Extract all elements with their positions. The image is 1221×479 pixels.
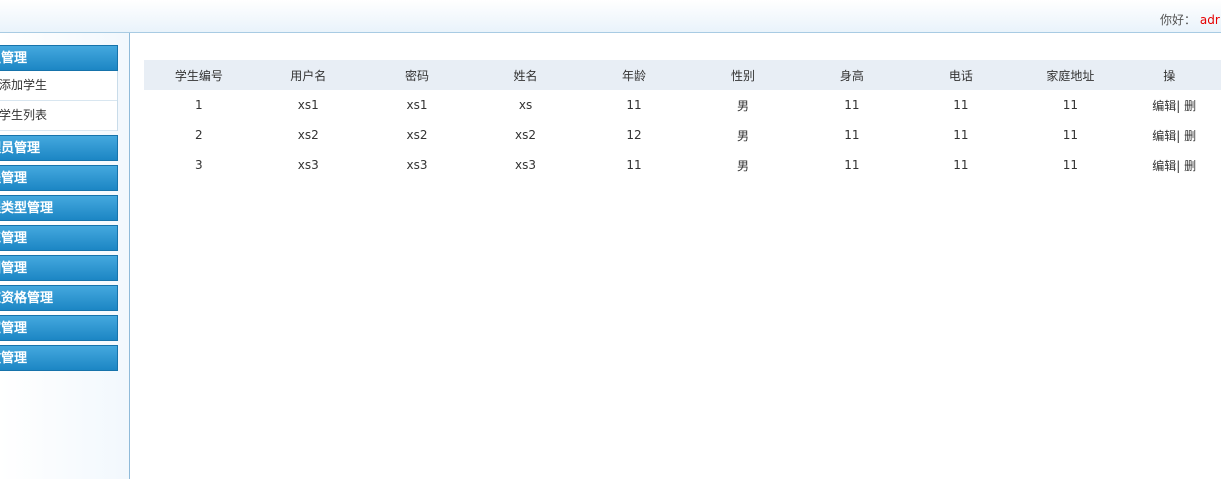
submenu-add-student[interactable]: 添加学生: [0, 71, 117, 101]
table-cell: 男: [736, 98, 749, 113]
menu-admin-management[interactable]: 理员管理: [0, 135, 118, 161]
table-cell: 11: [1062, 158, 1079, 172]
menu-qualification-management[interactable]: 应资格管理: [0, 285, 118, 311]
row-actions: 编辑| 删: [1125, 120, 1221, 150]
table-cell: xs1: [297, 98, 319, 112]
column-header: 电话: [906, 60, 1016, 90]
table-cell: 11: [626, 158, 642, 172]
main-content: 学生编号 用户名 密码 姓名 年龄 性别 身高 电话 家庭地址 操 1 xs1 …: [131, 33, 1221, 479]
menu-group-management[interactable]: 团管理: [0, 255, 118, 281]
table-cell: xs: [518, 98, 533, 112]
menu-coach-management[interactable]: 练管理: [0, 225, 118, 251]
table-cell: 11: [953, 98, 969, 112]
table-cell: 男: [736, 128, 749, 143]
action-separator: |: [1176, 128, 1181, 143]
table-cell: 11: [844, 98, 860, 112]
table-cell: xs2: [515, 128, 537, 142]
column-header: 密码: [362, 60, 472, 90]
menu-teaching-management[interactable]: 教管理: [0, 345, 118, 371]
table-row: 3 xs3 xs3 xs3 11 男 11 11 11 编辑| 删: [144, 150, 1221, 180]
table-row: 1 xs1 xs1 xs 11 男 11 11 11 编辑| 删: [144, 90, 1221, 120]
menu-course-management[interactable]: 程管理: [0, 165, 118, 191]
row-actions: 编辑| 删: [1125, 90, 1221, 120]
username-link[interactable]: adr: [1200, 13, 1220, 27]
action-separator: |: [1176, 158, 1181, 173]
table-row: 2 xs2 xs2 xs2 12 男 11 11 11 编辑| 删: [144, 120, 1221, 150]
table-cell: xs3: [515, 158, 537, 172]
student-table: 学生编号 用户名 密码 姓名 年龄 性别 身高 电话 家庭地址 操 1 xs1 …: [144, 60, 1221, 180]
column-header: 用户名: [253, 60, 363, 90]
column-header: 家庭地址: [1015, 60, 1126, 90]
table-cell: 11: [844, 158, 860, 172]
table-cell: xs1: [406, 98, 428, 112]
sidebar-menu: 生管理 添加学生 学生列表 理员管理 程管理 程类型管理 练管理 团管理 应资格…: [0, 45, 118, 375]
user-greeting: 你好： adr: [1160, 11, 1221, 28]
column-header: 年龄: [579, 60, 689, 90]
table-cell: xs3: [406, 158, 428, 172]
column-header: 操: [1125, 60, 1221, 90]
table-cell: 12: [626, 128, 642, 142]
delete-link[interactable]: 删: [1184, 129, 1196, 143]
delete-link[interactable]: 删: [1184, 159, 1196, 173]
table-cell: 11: [953, 158, 969, 172]
greeting-text: 你好：: [1160, 13, 1197, 27]
action-separator: |: [1176, 98, 1181, 113]
student-submenu: 添加学生 学生列表: [0, 71, 118, 131]
column-header: 身高: [797, 60, 907, 90]
table-cell: 11: [1062, 128, 1079, 142]
delete-link[interactable]: 删: [1184, 99, 1196, 113]
menu-student-management[interactable]: 生管理: [0, 45, 118, 71]
table-cell: 3: [195, 158, 203, 172]
table-cell: 2: [195, 128, 203, 142]
table-cell: xs2: [406, 128, 428, 142]
edit-link[interactable]: 编辑: [1152, 99, 1176, 113]
table-cell: 男: [736, 158, 749, 173]
menu-course-type-management[interactable]: 程类型管理: [0, 195, 118, 221]
edit-link[interactable]: 编辑: [1152, 159, 1176, 173]
edit-link[interactable]: 编辑: [1152, 129, 1176, 143]
submenu-student-list[interactable]: 学生列表: [0, 101, 117, 131]
column-header: 性别: [688, 60, 798, 90]
table-cell: 1: [195, 98, 203, 112]
column-header: 姓名: [471, 60, 580, 90]
menu-room-management[interactable]: 室管理: [0, 315, 118, 341]
table-cell: 11: [953, 128, 969, 142]
top-bar: 你好： adr: [0, 0, 1221, 33]
table-header-row: 学生编号 用户名 密码 姓名 年龄 性别 身高 电话 家庭地址 操: [144, 60, 1221, 90]
column-header: 学生编号: [144, 60, 254, 90]
table-cell: 11: [1062, 98, 1079, 112]
table-cell: 11: [844, 128, 860, 142]
table-cell: xs2: [297, 128, 319, 142]
sidebar: 生管理 添加学生 学生列表 理员管理 程管理 程类型管理 练管理 团管理 应资格…: [0, 33, 130, 479]
table-cell: xs3: [297, 158, 319, 172]
table-cell: 11: [626, 98, 642, 112]
row-actions: 编辑| 删: [1125, 150, 1221, 180]
